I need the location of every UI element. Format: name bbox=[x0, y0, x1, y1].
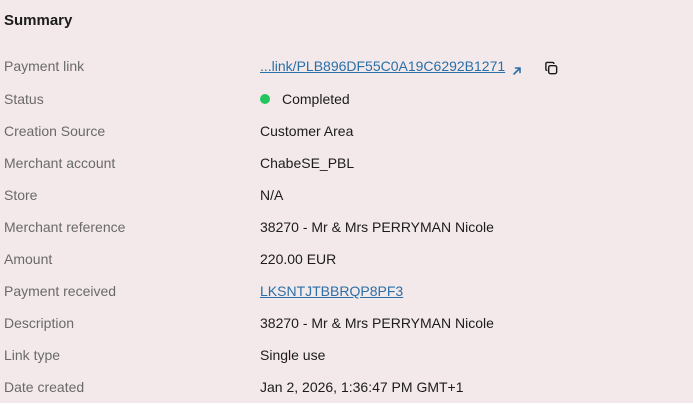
creation-source-value: Customer Area bbox=[260, 123, 354, 139]
description-value: 38270 - Mr & Mrs PERRYMAN Nicole bbox=[260, 315, 494, 331]
row-date-created: Date created Jan 2, 2026, 1:36:47 PM GMT… bbox=[0, 375, 693, 399]
store-value: N/A bbox=[260, 187, 284, 203]
row-status: Status Completed bbox=[0, 87, 693, 111]
payment-received-label: Payment received bbox=[4, 283, 117, 299]
amount-label: Amount bbox=[4, 251, 53, 267]
status-dot-icon bbox=[260, 94, 270, 104]
row-payment-link: Payment link ...link/PLB896DF55C0A19C629… bbox=[0, 54, 693, 78]
merchant-account-value: ChabeSE_PBL bbox=[260, 155, 355, 171]
row-link-type: Link type Single use bbox=[0, 343, 693, 367]
creation-source-label: Creation Source bbox=[4, 123, 106, 139]
date-created-value: Jan 2, 2026, 1:36:47 PM GMT+1 bbox=[260, 379, 464, 395]
payment-link-label: Payment link bbox=[4, 58, 85, 74]
link-type-value: Single use bbox=[260, 347, 326, 363]
date-created-label: Date created bbox=[4, 379, 85, 395]
amount-value: 220.00 EUR bbox=[260, 251, 337, 267]
description-label: Description bbox=[4, 315, 75, 331]
merchant-reference-value: 38270 - Mr & Mrs PERRYMAN Nicole bbox=[260, 219, 494, 235]
status-label: Status bbox=[4, 91, 44, 107]
payment-link-value-container: ...link/PLB896DF55C0A19C6292B1271 bbox=[260, 54, 523, 78]
row-creation-source: Creation Source Customer Area bbox=[0, 119, 693, 143]
row-merchant-reference: Merchant reference 38270 - Mr & Mrs PERR… bbox=[0, 215, 693, 239]
row-payment-received: Payment received LKSNTJTBBRQP8PF3 bbox=[0, 279, 693, 303]
merchant-reference-label: Merchant reference bbox=[4, 219, 126, 235]
row-amount: Amount 220.00 EUR bbox=[0, 247, 693, 271]
external-link-icon[interactable] bbox=[511, 60, 523, 75]
status-value: Completed bbox=[282, 91, 350, 107]
status-value-container: Completed bbox=[260, 87, 350, 111]
merchant-account-label: Merchant account bbox=[4, 155, 116, 171]
payment-link-url[interactable]: ...link/PLB896DF55C0A19C6292B1271 bbox=[260, 54, 505, 78]
link-type-label: Link type bbox=[4, 347, 61, 363]
copy-icon[interactable] bbox=[544, 59, 559, 75]
summary-title: Summary bbox=[4, 12, 73, 29]
row-description: Description 38270 - Mr & Mrs PERRYMAN Ni… bbox=[0, 311, 693, 335]
row-store: Store N/A bbox=[0, 183, 693, 207]
payment-received-value-container: LKSNTJTBBRQP8PF3 bbox=[260, 279, 403, 303]
payment-received-link[interactable]: LKSNTJTBBRQP8PF3 bbox=[260, 279, 403, 303]
row-merchant-account: Merchant account ChabeSE_PBL bbox=[0, 151, 693, 175]
store-label: Store bbox=[4, 187, 38, 203]
